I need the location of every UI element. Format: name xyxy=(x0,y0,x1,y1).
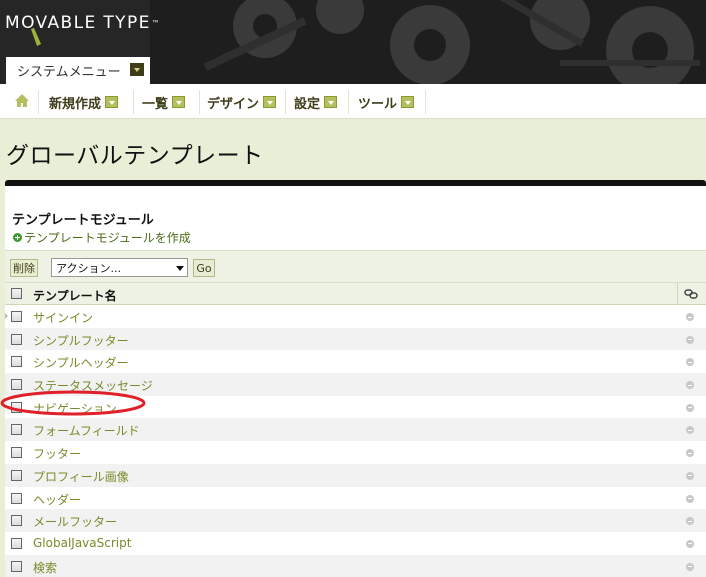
table-row[interactable]: ステータスメッセージ xyxy=(5,373,706,396)
minus-circle-icon xyxy=(686,381,694,390)
link-icon xyxy=(684,289,698,299)
main-nav: 新規作成 一覧 デザイン 設定 ツール xyxy=(0,84,706,119)
chevron-down-icon xyxy=(176,266,184,271)
table-row[interactable]: シンプルフッター xyxy=(5,327,706,351)
nav-item-label: ツール xyxy=(358,96,398,112)
row-checkbox[interactable] xyxy=(11,469,22,481)
template-module-listing: テンプレートモジュール テンプレートモジュールを作成 削除 アクション... G… xyxy=(5,180,706,577)
row-pointer-icon xyxy=(5,313,8,319)
row-checkbox[interactable] xyxy=(11,356,22,368)
template-table: テンプレート名 サインイン シンプルフッター シンプルヘッダー ステータスメッセ xyxy=(5,283,706,577)
action-select[interactable]: アクション... xyxy=(51,258,188,277)
minus-circle-icon xyxy=(686,471,694,480)
template-name-link[interactable]: シンプルフッター xyxy=(33,332,129,349)
row-checkbox[interactable] xyxy=(11,379,22,391)
minus-circle-icon xyxy=(686,313,694,321)
minus-circle-icon xyxy=(686,449,694,458)
nav-item-list[interactable]: 一覧 xyxy=(142,93,186,112)
chevron-down-icon[interactable] xyxy=(263,96,277,108)
column-divider xyxy=(677,283,678,305)
row-checkbox[interactable] xyxy=(11,492,22,504)
row-checkbox[interactable] xyxy=(11,447,22,459)
template-name-link[interactable]: ステータスメッセージ xyxy=(33,377,153,394)
chevron-down-icon[interactable] xyxy=(401,96,415,108)
nav-item-label: 一覧 xyxy=(142,96,169,112)
table-row[interactable]: サインイン xyxy=(5,305,706,328)
nav-item-settings[interactable]: 設定 xyxy=(294,93,338,112)
table-row[interactable]: GlobalJavaScript xyxy=(5,532,706,555)
template-name-link[interactable]: フォームフィールド xyxy=(33,422,140,439)
trademark-symbol: ™ xyxy=(151,18,160,28)
nav-divider xyxy=(348,90,349,114)
chevron-down-icon[interactable] xyxy=(105,96,119,108)
template-name-link[interactable]: 検索 xyxy=(33,559,57,576)
template-name-link[interactable]: ナビゲーション xyxy=(33,400,117,417)
plus-icon xyxy=(13,233,22,242)
table-row[interactable]: 検索 xyxy=(5,554,706,577)
system-menu-button[interactable]: システムメニュー xyxy=(6,57,150,84)
minus-circle-icon xyxy=(686,539,694,548)
logo-wrench-icon xyxy=(31,28,41,46)
nav-item-new[interactable]: 新規作成 xyxy=(49,93,119,112)
select-all-checkbox[interactable] xyxy=(11,288,22,299)
app-header: MOVABLE TYPE ™ システムメニュー xyxy=(0,0,706,84)
row-checkbox[interactable] xyxy=(11,537,22,549)
nav-item-design[interactable]: デザイン xyxy=(207,93,277,112)
table-row[interactable]: メールフッター xyxy=(5,509,706,532)
minus-circle-icon xyxy=(686,494,694,503)
template-name-link[interactable]: サインイン xyxy=(33,309,93,326)
nav-item-label: 新規作成 xyxy=(49,96,102,112)
nav-item-label: 設定 xyxy=(294,96,321,112)
chevron-down-icon[interactable] xyxy=(324,96,338,108)
nav-divider xyxy=(38,90,39,114)
template-name-link[interactable]: メールフッター xyxy=(33,513,117,530)
nav-divider xyxy=(425,90,426,114)
nav-item-tools[interactable]: ツール xyxy=(358,93,415,112)
table-row[interactable]: フォームフィールド xyxy=(5,418,706,442)
nav-divider xyxy=(133,90,134,114)
template-name-link[interactable]: ヘッダー xyxy=(33,491,81,508)
template-name-link[interactable]: プロフィール画像 xyxy=(33,468,129,485)
home-icon[interactable] xyxy=(14,93,30,108)
row-checkbox[interactable] xyxy=(11,424,22,436)
page-title: グローバルテンプレート xyxy=(6,143,264,169)
row-checkbox[interactable] xyxy=(11,311,22,322)
action-select-value: アクション... xyxy=(56,261,121,275)
row-checkbox[interactable] xyxy=(11,515,22,527)
create-template-module-link[interactable]: テンプレートモジュールを作成 xyxy=(13,229,191,246)
minus-circle-icon xyxy=(686,335,694,344)
chevron-down-icon[interactable] xyxy=(130,63,144,76)
table-header: テンプレート名 xyxy=(5,283,706,305)
nav-divider xyxy=(285,90,286,114)
row-checkbox[interactable] xyxy=(11,401,22,413)
table-row[interactable]: ナビゲーション xyxy=(5,396,706,419)
go-button[interactable]: Go xyxy=(193,259,215,277)
action-bar: 削除 アクション... Go xyxy=(5,250,706,283)
column-header-template-name[interactable]: テンプレート名 xyxy=(33,287,117,304)
minus-circle-icon xyxy=(686,403,694,412)
chevron-down-icon[interactable] xyxy=(172,96,186,108)
row-checkbox[interactable] xyxy=(11,333,22,345)
system-menu-label: システムメニュー xyxy=(17,65,121,80)
minus-circle-icon xyxy=(686,562,694,571)
minus-circle-icon xyxy=(686,426,694,435)
template-name-link[interactable]: シンプルヘッダー xyxy=(33,354,129,371)
create-link-label: テンプレートモジュールを作成 xyxy=(24,231,191,245)
minus-circle-icon xyxy=(686,358,694,367)
table-row[interactable]: フッター xyxy=(5,441,706,464)
minus-circle-icon xyxy=(686,517,694,526)
table-row[interactable]: シンプルヘッダー xyxy=(5,350,706,373)
row-checkbox[interactable] xyxy=(11,560,22,572)
template-name-link[interactable]: フッター xyxy=(33,445,81,462)
template-name-link[interactable]: GlobalJavaScript xyxy=(33,536,131,550)
nav-divider xyxy=(199,90,200,114)
nav-item-label: デザイン xyxy=(207,96,260,112)
section-title: テンプレートモジュール xyxy=(12,213,154,228)
delete-button[interactable]: 削除 xyxy=(10,259,38,277)
table-row[interactable]: プロフィール画像 xyxy=(5,463,706,487)
table-row[interactable]: ヘッダー xyxy=(5,487,706,510)
